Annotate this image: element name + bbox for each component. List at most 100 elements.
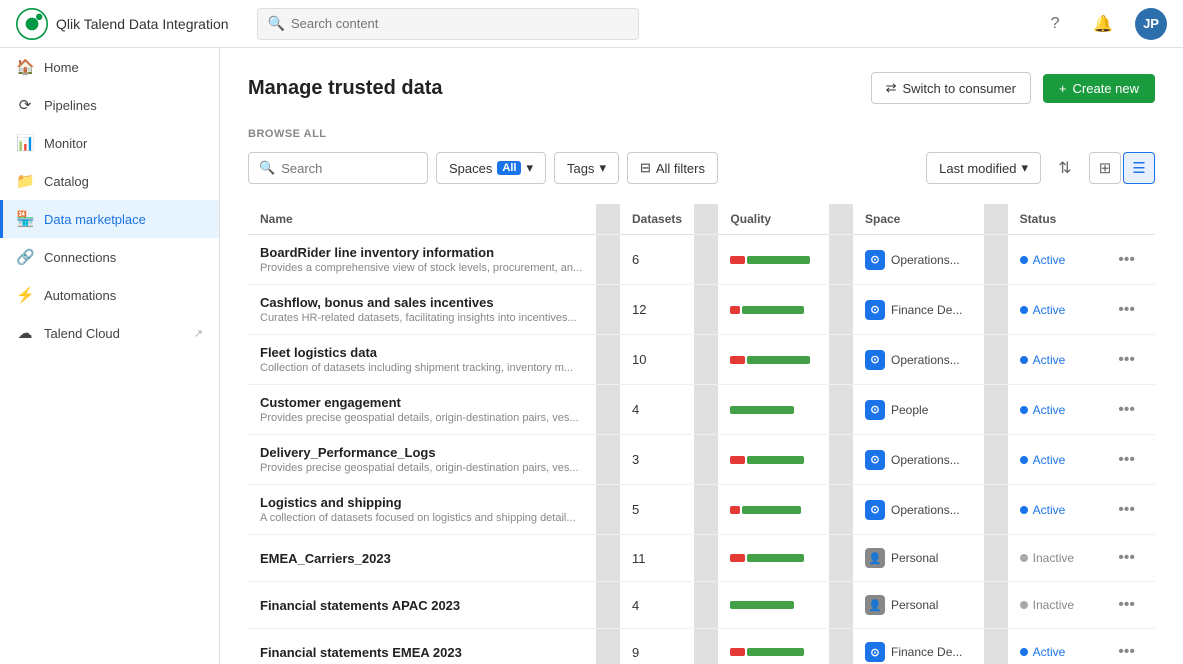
item-datasets: 6 <box>620 235 694 285</box>
sort-lines-icon: ⇅ <box>1058 158 1071 178</box>
item-name: Financial statements APAC 2023 <box>260 598 584 613</box>
item-status: Active <box>1008 435 1099 485</box>
item-actions[interactable]: ••• <box>1098 629 1155 664</box>
more-options-button[interactable]: ••• <box>1110 639 1143 664</box>
more-options-button[interactable]: ••• <box>1110 297 1143 323</box>
quality-red-bar <box>730 648 744 656</box>
item-space: ⊙ Operations... <box>853 435 984 485</box>
item-quality <box>718 535 829 582</box>
sidebar-item-home[interactable]: 🏠 Home <box>0 48 219 86</box>
main-content: Manage trusted data ⇄ Switch to consumer… <box>220 48 1183 664</box>
quality-empty-bar <box>796 601 811 609</box>
item-name: BoardRider line inventory information <box>260 245 584 260</box>
more-options-button[interactable]: ••• <box>1110 497 1143 523</box>
search-box[interactable]: 🔍 <box>248 152 428 184</box>
item-name-cell: Cashflow, bonus and sales incentives Cur… <box>248 285 596 335</box>
space-label: Finance De... <box>891 645 962 659</box>
status-dot <box>1020 506 1028 514</box>
space-icon: ⊙ <box>865 250 885 270</box>
quality-red-bar <box>730 306 740 314</box>
col-space[interactable]: Space <box>853 204 984 235</box>
quality-green-bar <box>730 601 793 609</box>
sidebar-item-connections[interactable]: 🔗 Connections <box>0 238 219 276</box>
space-icon: 👤 <box>865 548 885 568</box>
topnav-icons: ? 🔔 JP <box>1039 8 1167 40</box>
topnav: Qlik Talend Data Integration 🔍 ? 🔔 JP <box>0 0 1183 48</box>
status-label: Active <box>1033 303 1066 317</box>
space-label: Operations... <box>891 503 960 517</box>
more-options-button[interactable]: ••• <box>1110 397 1143 423</box>
spaces-filter[interactable]: Spaces All ▾ <box>436 152 546 184</box>
item-desc: A collection of datasets focused on logi… <box>260 512 584 524</box>
item-desc: Provides a comprehensive view of stock l… <box>260 262 584 274</box>
status-dot <box>1020 406 1028 414</box>
list-view-button[interactable]: ☰ <box>1123 152 1155 184</box>
all-filters-button[interactable]: ⊟ All filters <box>627 152 718 184</box>
sidebar-item-talend-cloud[interactable]: ☁ Talend Cloud ↗ <box>0 314 219 352</box>
col-quality[interactable]: Quality <box>718 204 829 235</box>
app-name: Qlik Talend Data Integration <box>56 16 229 32</box>
sidebar-item-catalog[interactable]: 📁 Catalog <box>0 162 219 200</box>
item-actions[interactable]: ••• <box>1098 385 1155 435</box>
filters-row: 🔍 Spaces All ▾ Tags ▾ ⊟ All filters Last… <box>248 152 1155 184</box>
sidebar-item-pipelines[interactable]: ⟳ Pipelines <box>0 86 219 124</box>
data-marketplace-icon: 🏪 <box>16 210 34 228</box>
create-new-button[interactable]: + Create new <box>1043 74 1155 103</box>
sidebar-item-label: Automations <box>44 288 116 303</box>
item-name-cell: Fleet logistics data Collection of datas… <box>248 335 596 385</box>
search-input[interactable] <box>281 161 457 176</box>
item-name-cell: Logistics and shipping A collection of d… <box>248 485 596 535</box>
more-options-button[interactable]: ••• <box>1110 247 1143 273</box>
more-options-button[interactable]: ••• <box>1110 447 1143 473</box>
item-quality <box>718 629 829 664</box>
item-actions[interactable]: ••• <box>1098 485 1155 535</box>
browse-label: BROWSE ALL <box>248 128 1155 140</box>
quality-green-bar <box>747 356 810 364</box>
notifications-button[interactable]: 🔔 <box>1087 8 1119 40</box>
item-status: Active <box>1008 335 1099 385</box>
item-actions[interactable]: ••• <box>1098 235 1155 285</box>
sidebar-item-monitor[interactable]: 📊 Monitor <box>0 124 219 162</box>
quality-red-bar <box>730 456 744 464</box>
sort-lines-button[interactable]: ⇅ <box>1049 152 1081 184</box>
more-options-button[interactable]: ••• <box>1110 592 1143 618</box>
more-options-button[interactable]: ••• <box>1110 347 1143 373</box>
item-desc: Provides precise geospatial details, ori… <box>260 462 584 474</box>
switch-consumer-button[interactable]: ⇄ Switch to consumer <box>871 72 1031 104</box>
space-icon: 👤 <box>865 595 885 615</box>
quality-green-bar <box>747 456 804 464</box>
sort-button[interactable]: Last modified ▾ <box>926 152 1041 184</box>
col-status[interactable]: Status <box>1008 204 1099 235</box>
external-link-icon: ↗ <box>194 327 203 340</box>
status-label: Active <box>1033 453 1066 467</box>
quality-empty-bar <box>806 554 811 562</box>
user-avatar[interactable]: JP <box>1135 8 1167 40</box>
quality-red-bar <box>730 256 745 264</box>
item-status: Inactive <box>1008 535 1099 582</box>
space-icon: ⊙ <box>865 400 885 420</box>
item-actions[interactable]: ••• <box>1098 335 1155 385</box>
item-actions[interactable]: ••• <box>1098 582 1155 629</box>
more-options-button[interactable]: ••• <box>1110 545 1143 571</box>
logo[interactable]: Qlik Talend Data Integration <box>16 8 229 40</box>
header-actions: ⇄ Switch to consumer + Create new <box>871 72 1155 104</box>
global-search-input[interactable] <box>291 16 628 31</box>
grid-view-button[interactable]: ⊞ <box>1089 152 1121 184</box>
global-search[interactable]: 🔍 <box>257 8 639 40</box>
help-button[interactable]: ? <box>1039 8 1071 40</box>
view-toggle: ⊞ ☰ <box>1089 152 1155 184</box>
sidebar-item-automations[interactable]: ⚡ Automations <box>0 276 219 314</box>
status-dot <box>1020 601 1028 609</box>
sidebar-item-label: Data marketplace <box>44 212 146 227</box>
col-name[interactable]: Name <box>248 204 596 235</box>
item-name-cell: EMEA_Carriers_2023 <box>248 535 596 582</box>
col-datasets[interactable]: Datasets <box>620 204 694 235</box>
item-actions[interactable]: ••• <box>1098 435 1155 485</box>
item-space: ⊙ Operations... <box>853 335 984 385</box>
item-actions[interactable]: ••• <box>1098 285 1155 335</box>
item-actions[interactable]: ••• <box>1098 535 1155 582</box>
space-icon: ⊙ <box>865 642 885 662</box>
sidebar-item-data-marketplace[interactable]: 🏪 Data marketplace <box>0 200 219 238</box>
tags-filter[interactable]: Tags ▾ <box>554 152 619 184</box>
quality-red-bar <box>730 554 744 562</box>
